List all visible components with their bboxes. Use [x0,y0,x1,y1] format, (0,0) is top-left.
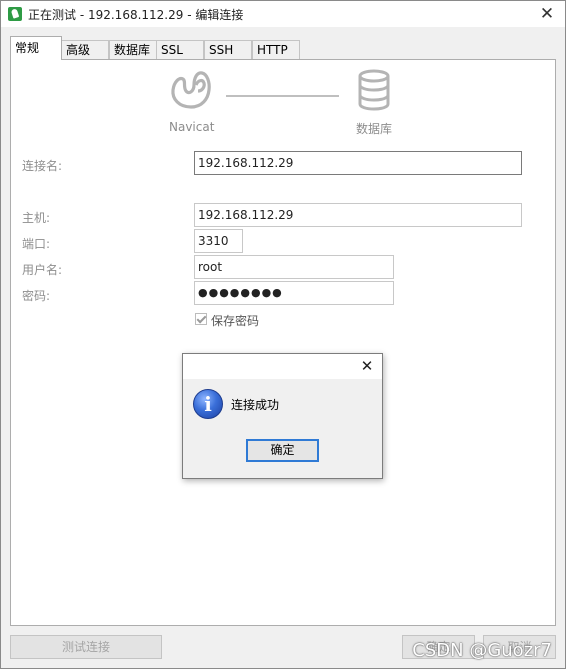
tab-http[interactable]: HTTP [252,40,300,59]
dialog-ok-button[interactable]: 确定 [246,439,319,462]
info-icon: i [193,389,223,419]
database-label: 数据库 [356,122,393,136]
tab-advanced[interactable]: 高级 [61,40,109,59]
connection-name-input[interactable]: 192.168.112.29 [194,151,522,175]
username-label: 用户名: [22,263,63,277]
password-label: 密码: [22,289,51,303]
tab-ssh[interactable]: SSH [204,40,252,59]
connection-window: 正在测试 - 192.168.112.29 - 编辑连接 ✕ 常规 高级 数据库… [0,0,566,669]
window-title: 正在测试 - 192.168.112.29 - 编辑连接 [28,8,244,22]
tab-databases[interactable]: 数据库 [109,40,157,59]
dialog-close-icon[interactable]: ✕ [352,354,382,379]
host-input[interactable]: 192.168.112.29 [194,203,522,227]
tab-general[interactable]: 常规 [10,36,62,60]
port-input[interactable]: 3310 [194,229,243,253]
navicat-logo-icon [171,71,211,109]
connector-line [226,95,339,97]
title-bar[interactable]: 正在测试 - 192.168.112.29 - 编辑连接 ✕ [1,1,565,27]
password-input[interactable]: ●●●●●●●● [194,281,394,305]
navicat-label: Navicat [169,120,215,134]
general-panel: Navicat 数据库 连接名: 192.168.112.29 主机: 192.… [10,59,556,626]
close-icon[interactable]: ✕ [529,1,565,27]
port-label: 端口: [22,237,51,251]
save-password-label: 保存密码 [211,314,260,328]
watermark: CSDN @Guozr7 [412,640,552,661]
connection-name-label: 连接名: [22,159,63,173]
database-icon [358,69,390,111]
checkbox-box[interactable] [195,313,207,325]
host-label: 主机: [22,211,51,225]
success-dialog: ✕ i 连接成功 确定 [182,353,383,479]
test-connection-button[interactable]: 测试连接 [10,635,162,659]
tab-ssl[interactable]: SSL [156,40,204,59]
username-input[interactable]: root [194,255,394,279]
navicat-app-icon [8,7,22,21]
dialog-title-bar[interactable]: ✕ [183,354,382,379]
dialog-message: 连接成功 [231,398,280,412]
